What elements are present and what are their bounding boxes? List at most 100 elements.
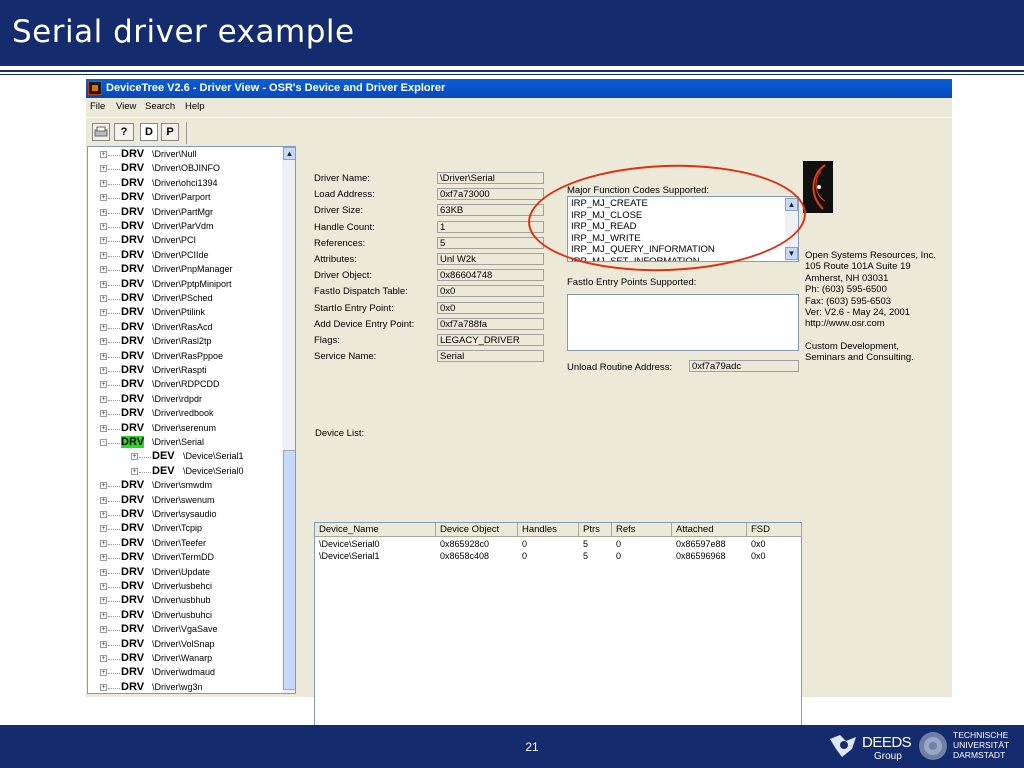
tree-device-node[interactable]: + DEV \Device\Serial1 [88,450,280,464]
expand-icon[interactable]: + [131,467,138,475]
driver-view-button[interactable]: D [140,123,158,141]
tree-driver-node[interactable]: + DRV \Driver\PartMgr [88,206,280,220]
scroll-thumb[interactable] [283,450,295,690]
major-function-item[interactable]: IRP_MJ_SET_INFORMATION [571,256,700,262]
expand-icon[interactable]: + [100,151,107,158]
expand-icon[interactable]: + [100,525,107,533]
expand-icon[interactable]: + [100,640,107,648]
expand-icon[interactable]: + [100,266,107,274]
expand-icon[interactable]: + [100,611,107,619]
tree-driver-node[interactable]: + DRV \Driver\RasAcd [88,321,280,335]
expand-icon[interactable]: + [100,165,107,173]
tree-driver-node[interactable]: + DRV \Driver\sysaudio [88,508,280,522]
tree-driver-node[interactable]: + DRV \Driver\RasPppoe [88,350,280,364]
tree-driver-node[interactable]: + DRV \Driver\RDPCDD [88,378,280,392]
tree-scrollbar[interactable]: ▲ [282,147,295,693]
tree-driver-node[interactable]: + DRV \Driver\usbhub [88,594,280,608]
column-header[interactable]: Device_Name [315,523,436,537]
tree-driver-node[interactable]: + DRV \Driver\redbook [88,407,280,421]
expand-icon[interactable]: + [100,424,107,432]
expand-icon[interactable]: + [100,251,107,259]
tree-driver-node[interactable]: + DRV \Driver\serenum [88,422,280,436]
column-header[interactable]: FSD [747,523,802,537]
expand-icon[interactable]: + [100,381,107,389]
column-header[interactable]: Device Object [436,523,518,537]
major-functions-list[interactable]: IRP_MJ_CREATE IRP_MJ_CLOSE IRP_MJ_READ IRP_… [567,196,799,262]
column-header[interactable]: Attached [672,523,747,537]
tree-driver-node[interactable]: + DRV \Driver\Null [88,148,280,162]
fastio-list[interactable] [567,294,799,351]
tree-driver-node[interactable]: + DRV \Driver\Raspti [88,364,280,378]
tree-driver-node[interactable]: + DRV \Driver\PnpManager [88,263,280,277]
major-function-item[interactable]: IRP_MJ_READ [571,221,636,232]
tree-driver-node[interactable]: + DRV \Driver\wdmaud [88,666,280,680]
tree-driver-node[interactable]: + DRV \Driver\smwdm [88,479,280,493]
tree-driver-node[interactable]: + DRV \Driver\TermDD [88,551,280,565]
tree-driver-node[interactable]: + DRV \Driver\ohci1394 [88,177,280,191]
expand-icon[interactable]: + [100,179,107,187]
major-function-item[interactable]: IRP_MJ_CLOSE [571,210,642,221]
expand-icon[interactable]: + [100,338,107,346]
table-row[interactable]: \Device\Serial0 0x865928c0 0 5 0 0x86597e88 0x… [315,539,801,551]
expand-icon[interactable]: + [100,352,107,360]
menu-search[interactable]: Search [145,101,175,112]
menu-help[interactable]: Help [185,101,205,112]
tree-driver-node[interactable]: + DRV \Driver\swenum [88,494,280,508]
tree-driver-node[interactable]: - DRV \Driver\Serial [88,436,280,450]
expand-icon[interactable]: + [100,683,107,691]
expand-icon[interactable]: + [100,280,107,288]
column-header[interactable]: Refs [612,523,672,537]
tree-driver-node[interactable]: + DRV \Driver\rdpdr [88,393,280,407]
tree-driver-node[interactable]: + DRV \Driver\VgaSave [88,623,280,637]
menu-file[interactable]: File [90,101,105,112]
expand-icon[interactable]: + [100,554,107,562]
expand-icon[interactable]: + [100,295,107,302]
help-button[interactable]: ? [114,123,134,141]
column-header[interactable]: Handles [518,523,579,537]
expand-icon[interactable]: + [100,223,107,230]
expand-icon[interactable]: + [100,395,107,403]
expand-icon[interactable]: + [100,208,107,216]
tree-driver-node[interactable]: + DRV \Driver\PptpMiniport [88,278,280,292]
expand-icon[interactable]: + [131,453,138,461]
tree-driver-node[interactable]: + DRV \Driver\PCI [88,234,280,248]
tree-driver-node[interactable]: + DRV \Driver\wg3n [88,681,280,693]
tree-driver-node[interactable]: + DRV \Driver\PSched [88,292,280,306]
driver-tree[interactable]: + DRV \Driver\Null + DRV \Driver\OBJINFO + DRV \… [87,146,296,694]
expand-icon[interactable]: + [100,597,107,605]
expand-icon[interactable]: + [100,309,107,317]
tree-driver-node[interactable]: + DRV \Driver\usbehci [88,580,280,594]
scroll-up-button[interactable]: ▲ [283,147,295,160]
scroll-down-button[interactable]: ▼ [785,247,798,260]
expand-icon[interactable]: + [100,496,107,504]
expand-icon[interactable]: + [100,626,107,634]
tree-driver-node[interactable]: + DRV \Driver\usbuhci [88,609,280,623]
expand-icon[interactable]: + [100,655,107,662]
tree-driver-node[interactable]: + DRV \Driver\PCIIde [88,249,280,263]
expand-icon[interactable]: + [100,669,107,677]
tree-driver-node[interactable]: + DRV \Driver\ParVdm [88,220,280,234]
column-header[interactable]: Ptrs [579,523,612,537]
tree-device-node[interactable]: + DEV \Device\Serial0 [88,465,280,479]
expand-icon[interactable]: + [100,539,107,547]
pnp-view-button[interactable]: P [161,123,179,141]
expand-icon[interactable]: + [100,194,107,202]
tree-driver-node[interactable]: + DRV \Driver\VolSnap [88,638,280,652]
expand-icon[interactable]: + [100,410,107,418]
major-functions-scrollbar[interactable]: ▲ ▼ [785,197,798,261]
tree-driver-node[interactable]: + DRV \Driver\Wanarp [88,652,280,666]
major-function-item[interactable]: IRP_MJ_QUERY_INFORMATION [571,244,715,255]
tree-driver-node[interactable]: + DRV \Driver\OBJINFO [88,162,280,176]
tree-driver-node[interactable]: + DRV \Driver\Update [88,566,280,580]
major-function-item[interactable]: IRP_MJ_CREATE [571,198,648,209]
window-titlebar[interactable]: DeviceTree V2.6 - Driver View - OSR's De… [86,79,952,98]
scroll-up-button[interactable]: ▲ [785,198,798,211]
expand-icon[interactable]: + [100,583,107,590]
expand-icon[interactable]: + [100,237,107,245]
tree-driver-node[interactable]: + DRV \Driver\Rasl2tp [88,335,280,349]
tree-driver-node[interactable]: + DRV \Driver\Ptilink [88,306,280,320]
expand-icon[interactable]: + [100,323,107,331]
collapse-icon[interactable]: - [100,439,107,446]
expand-icon[interactable]: + [100,367,107,374]
menu-view[interactable]: View [116,101,136,112]
